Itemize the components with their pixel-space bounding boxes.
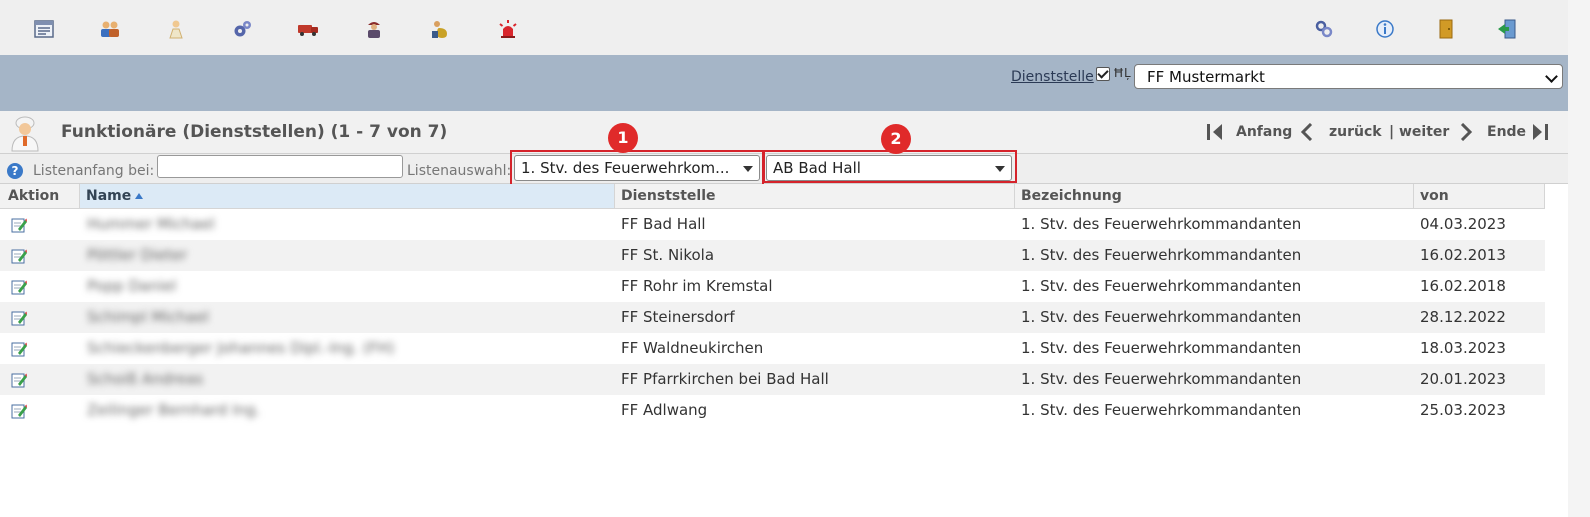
links-icon[interactable] xyxy=(1313,18,1335,40)
edit-icon[interactable] xyxy=(11,217,27,233)
cell-von: 28.12.2022 xyxy=(1420,308,1506,326)
list-selection-label: Listenauswahl: xyxy=(407,163,512,179)
list-icon[interactable] xyxy=(33,18,55,40)
list-start-label: Listenanfang bei: xyxy=(33,163,155,179)
prev-page-icon[interactable] xyxy=(1299,122,1315,145)
edit-icon[interactable] xyxy=(11,341,27,357)
dienststelle-link[interactable]: Dienststelle xyxy=(1011,69,1094,85)
cell-bezeichnung: 1. Stv. des Feuerwehrkommandanten xyxy=(1021,215,1302,233)
cell-bezeichnung: 1. Stv. des Feuerwehrkommandanten xyxy=(1021,370,1302,388)
last-page-icon[interactable] xyxy=(1531,123,1549,145)
cell-name[interactable]: Popp Daniel xyxy=(87,271,176,302)
info-icon[interactable] xyxy=(1374,18,1396,40)
cell-dienststelle: FF Waldneukirchen xyxy=(621,339,764,357)
dienststelle-select-value: FF Mustermarkt xyxy=(1147,68,1265,86)
pager-next[interactable]: | weiter xyxy=(1389,124,1449,140)
cell-dienststelle: FF Adlwang xyxy=(621,401,708,419)
cell-dienststelle: FF Bad Hall xyxy=(621,215,706,233)
highlight-box-2 xyxy=(763,150,1017,183)
fire-truck-icon[interactable] xyxy=(297,18,319,40)
cell-dienststelle: FF Steinersdorf xyxy=(621,308,735,326)
cell-bezeichnung: 1. Stv. des Feuerwehrkommandanten xyxy=(1021,246,1302,264)
cell-von: 20.01.2023 xyxy=(1420,370,1506,388)
column-header-aktion: Aktion xyxy=(0,184,80,208)
callout-badge-2: 2 xyxy=(881,124,911,154)
first-page-icon[interactable] xyxy=(1206,123,1224,145)
dienststelle-checkbox[interactable] xyxy=(1096,67,1110,81)
table-header: Aktion Name Dienststelle Bezeichnung von xyxy=(0,184,1545,209)
column-label: Name xyxy=(86,188,132,204)
pager-last[interactable]: Ende xyxy=(1487,124,1526,140)
gear-icon[interactable] xyxy=(231,18,253,40)
column-header-name[interactable]: Name xyxy=(80,184,615,208)
help-icon[interactable]: ? xyxy=(7,163,23,179)
cell-von: 18.03.2023 xyxy=(1420,339,1506,357)
functionary-avatar-icon xyxy=(8,114,42,152)
cell-von: 16.02.2018 xyxy=(1420,277,1506,295)
column-header-von[interactable]: von xyxy=(1414,184,1545,208)
edit-icon[interactable] xyxy=(11,372,27,388)
list-start-input[interactable] xyxy=(157,155,403,178)
window-scrollbar[interactable] xyxy=(1568,0,1590,517)
cell-name[interactable]: Pöttler Dieter xyxy=(87,240,187,271)
page-title: Funktionäre (Dienststellen) (1 - 7 von 7… xyxy=(61,122,448,142)
table-row: Schoiß Andreas FF Pfarrkirchen bei Bad H… xyxy=(0,364,1545,395)
logout-icon[interactable] xyxy=(1496,18,1518,40)
door-icon[interactable] xyxy=(1435,18,1457,40)
chevron-down-icon xyxy=(1545,70,1558,83)
alarm-light-icon[interactable] xyxy=(497,18,519,40)
pager-prev[interactable]: zurück xyxy=(1329,124,1382,140)
sort-ascending-icon xyxy=(135,193,144,199)
cell-von: 25.03.2023 xyxy=(1420,401,1506,419)
cell-von: 16.02.2013 xyxy=(1420,246,1506,264)
pager-first[interactable]: Anfang xyxy=(1236,124,1292,140)
highlight-box-1 xyxy=(510,150,764,186)
cell-bezeichnung: 1. Stv. des Feuerwehrkommandanten xyxy=(1021,308,1302,326)
edit-icon[interactable] xyxy=(11,279,27,295)
column-label: von xyxy=(1420,188,1449,204)
cell-dienststelle: FF Pfarrkirchen bei Bad Hall xyxy=(621,370,829,388)
person-icon[interactable] xyxy=(165,18,187,40)
users-icon[interactable] xyxy=(99,18,121,40)
cell-bezeichnung: 1. Stv. des Feuerwehrkommandanten xyxy=(1021,339,1302,357)
hierarchy-glyph[interactable]: ĦĻ xyxy=(1113,66,1131,80)
cell-name[interactable]: Hummer Michael xyxy=(87,209,215,240)
cell-name[interactable]: Schoiß Andreas xyxy=(87,364,203,395)
table-row: Zeilinger Bernhard Ing. FF Adlwang 1. St… xyxy=(0,395,1545,426)
firefighter-icon[interactable] xyxy=(363,18,385,40)
column-header-dienststelle[interactable]: Dienststelle xyxy=(615,184,1015,208)
callout-badge-1: 1 xyxy=(608,123,638,153)
edit-icon[interactable] xyxy=(11,310,27,326)
edit-icon[interactable] xyxy=(11,248,27,264)
next-page-icon[interactable] xyxy=(1458,122,1474,145)
edit-icon[interactable] xyxy=(11,403,27,419)
cell-bezeichnung: 1. Stv. des Feuerwehrkommandanten xyxy=(1021,401,1302,419)
money-bag-icon[interactable] xyxy=(429,18,451,40)
cell-name[interactable]: Schimpl Michael xyxy=(87,302,209,333)
cell-bezeichnung: 1. Stv. des Feuerwehrkommandanten xyxy=(1021,277,1302,295)
column-label: Bezeichnung xyxy=(1021,188,1122,204)
table-row: Popp Daniel FF Rohr im Kremstal 1. Stv. … xyxy=(0,271,1545,302)
column-label: Aktion xyxy=(8,188,60,204)
table-row: Schimpl Michael FF Steinersdorf 1. Stv. … xyxy=(0,302,1545,333)
cell-von: 04.03.2023 xyxy=(1420,215,1506,233)
cell-name[interactable]: Schieckenberger Johannes Dipl.-Ing. (FH) xyxy=(87,333,394,364)
table-row: Hummer Michael FF Bad Hall 1. Stv. des F… xyxy=(0,209,1545,240)
cell-name[interactable]: Zeilinger Bernhard Ing. xyxy=(87,395,260,426)
table-row: Pöttler Dieter FF St. Nikola 1. Stv. des… xyxy=(0,240,1545,271)
table-row: Schieckenberger Johannes Dipl.-Ing. (FH)… xyxy=(0,333,1545,364)
column-label: Dienststelle xyxy=(621,188,716,204)
cell-dienststelle: FF St. Nikola xyxy=(621,246,715,264)
dienststelle-select[interactable]: FF Mustermarkt xyxy=(1134,64,1563,89)
column-header-bezeichnung[interactable]: Bezeichnung xyxy=(1015,184,1414,208)
cell-dienststelle: FF Rohr im Kremstal xyxy=(621,277,773,295)
